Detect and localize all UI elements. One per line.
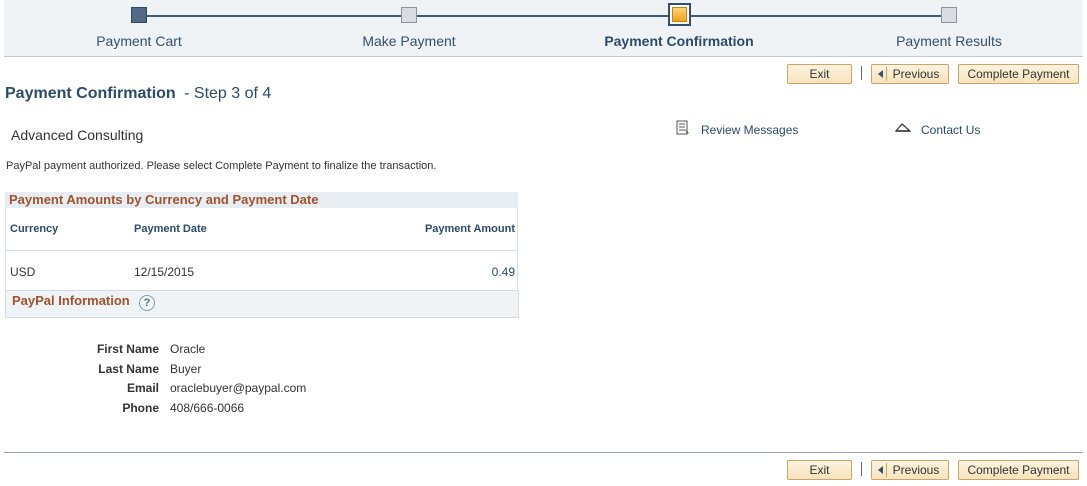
previous-label: Previous bbox=[892, 463, 940, 477]
review-messages-link[interactable]: Review Messages bbox=[676, 120, 799, 137]
cell-payment-date: 12/15/2015 bbox=[134, 265, 195, 279]
field-label: Phone bbox=[122, 401, 159, 415]
step-label: Payment Results bbox=[896, 33, 1002, 49]
payment-amounts-grid: Currency Payment Date Payment Amount USD… bbox=[5, 208, 518, 290]
col-payment-amount: Payment Amount bbox=[424, 223, 515, 235]
step-label: Payment Confirmation bbox=[604, 33, 754, 49]
page-title: Payment Confirmation - Step 3 of 4 bbox=[5, 85, 271, 103]
field-first-name: First Name Oracle bbox=[0, 342, 1087, 358]
step-make-payment: Make Payment bbox=[274, 0, 544, 57]
button-separator bbox=[861, 66, 862, 80]
step-payment-results: Payment Results bbox=[814, 0, 1084, 57]
chevron-left-icon bbox=[878, 466, 883, 474]
step-payment-cart[interactable]: Payment Cart bbox=[4, 0, 274, 57]
step-marker-done bbox=[131, 7, 147, 23]
contact-us-label: Contact Us bbox=[921, 123, 981, 137]
field-value: 408/666-0066 bbox=[170, 401, 245, 415]
previous-button[interactable]: Previous bbox=[871, 460, 949, 480]
exit-button[interactable]: Exit bbox=[787, 460, 852, 480]
bottom-divider bbox=[4, 452, 1083, 453]
status-message: PayPal payment authorized. Please select… bbox=[6, 160, 437, 172]
page-step: - Step 3 of 4 bbox=[184, 85, 272, 102]
step-marker-todo bbox=[401, 7, 417, 23]
field-last-name: Last Name Buyer bbox=[0, 362, 1087, 378]
col-currency: Currency bbox=[10, 223, 59, 235]
exit-button[interactable]: Exit bbox=[787, 64, 852, 84]
previous-button[interactable]: Previous bbox=[871, 64, 949, 84]
complete-payment-button[interactable]: Complete Payment bbox=[958, 460, 1079, 480]
bottom-button-bar: Exit Previous Complete Payment bbox=[787, 460, 1079, 480]
review-messages-label: Review Messages bbox=[701, 123, 799, 137]
field-phone: Phone 408/666-0066 bbox=[0, 401, 1087, 417]
paypal-info-title: PayPal Information bbox=[12, 293, 130, 308]
step-marker-current bbox=[668, 3, 691, 26]
org-name: Advanced Consulting bbox=[11, 127, 144, 143]
contact-icon bbox=[895, 123, 911, 132]
field-label: Last Name bbox=[98, 362, 159, 376]
page-title-text: Payment Confirmation bbox=[5, 85, 176, 102]
field-value: Buyer bbox=[170, 362, 202, 376]
grid-header-row: Currency Payment Date Payment Amount bbox=[6, 208, 517, 251]
step-label: Make Payment bbox=[362, 33, 456, 49]
previous-label: Previous bbox=[892, 67, 940, 81]
button-separator bbox=[861, 462, 862, 476]
step-payment-confirmation: Payment Confirmation bbox=[544, 0, 814, 57]
contact-us-link[interactable]: Contact Us bbox=[895, 123, 981, 137]
grid-title: Payment Amounts by Currency and Payment … bbox=[5, 192, 518, 208]
field-label: First Name bbox=[96, 342, 159, 356]
cell-payment-amount[interactable]: 0.49 bbox=[492, 265, 515, 279]
step-marker-todo bbox=[941, 7, 957, 23]
chevron-left-icon bbox=[878, 70, 883, 78]
field-email: Email oraclebuyer@paypal.com bbox=[0, 381, 1087, 397]
field-value: oraclebuyer@paypal.com bbox=[170, 381, 307, 395]
top-button-bar: Exit Previous Complete Payment bbox=[787, 64, 1079, 84]
paypal-info-header: PayPal Information ? bbox=[5, 290, 519, 318]
step-label: Payment Cart bbox=[96, 33, 182, 49]
cell-currency: USD bbox=[10, 265, 36, 279]
complete-payment-button[interactable]: Complete Payment bbox=[958, 64, 1079, 84]
field-value: Oracle bbox=[170, 342, 206, 356]
messages-icon bbox=[676, 120, 689, 135]
progress-steps: Payment Cart Make Payment Payment Confir… bbox=[4, 0, 1083, 57]
col-payment-date: Payment Date bbox=[134, 223, 207, 235]
field-label: Email bbox=[126, 381, 159, 395]
help-icon[interactable]: ? bbox=[139, 295, 155, 311]
